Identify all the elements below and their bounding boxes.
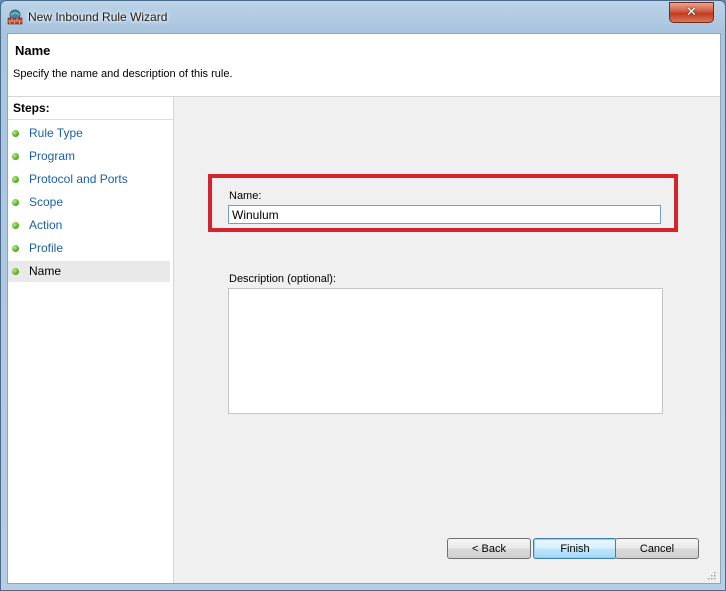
steps-divider	[8, 119, 173, 120]
step-complete-dot-icon	[12, 130, 19, 137]
cancel-button[interactable]: Cancel	[615, 538, 699, 559]
step-program[interactable]: Program	[8, 146, 170, 167]
description-input[interactable]	[228, 288, 663, 414]
step-label: Program	[29, 149, 76, 163]
wizard-main-pane: Name: Description (optional): < Back Fin…	[174, 97, 720, 583]
step-complete-dot-icon	[12, 153, 19, 160]
step-label: Profile	[29, 241, 64, 255]
close-button[interactable]: ✕	[669, 2, 714, 23]
step-complete-dot-icon	[12, 222, 19, 229]
step-label: Action	[29, 218, 63, 232]
steps-pane: Steps: Rule Type Program Protocol and Po…	[8, 97, 174, 583]
name-label: Name:	[229, 190, 262, 202]
wizard-client-area: Name Specify the name and description of…	[7, 33, 721, 584]
page-subtitle: Specify the name and description of this…	[13, 68, 233, 80]
firewall-wall-icon	[7, 9, 23, 25]
step-label: Rule Type	[29, 126, 83, 140]
step-name: Name	[8, 261, 170, 282]
step-current-dot-icon	[12, 268, 19, 275]
name-input[interactable]	[228, 205, 661, 224]
description-label: Description (optional):	[229, 273, 336, 285]
wizard-header: Name Specify the name and description of…	[8, 34, 720, 97]
step-label: Protocol and Ports	[29, 172, 128, 186]
steps-title: Steps:	[13, 101, 50, 115]
page-title: Name	[15, 43, 51, 58]
step-scope[interactable]: Scope	[8, 192, 170, 213]
step-label: Scope	[29, 195, 64, 209]
step-complete-dot-icon	[12, 245, 19, 252]
step-complete-dot-icon	[12, 199, 19, 206]
wizard-window: New Inbound Rule Wizard ✕ Name Specify t…	[0, 0, 726, 591]
finish-button[interactable]: Finish	[533, 538, 617, 559]
close-icon: ✕	[686, 5, 697, 20]
step-complete-dot-icon	[12, 176, 19, 183]
window-title: New Inbound Rule Wizard	[28, 10, 168, 24]
step-protocol-and-ports[interactable]: Protocol and Ports	[8, 169, 170, 190]
back-button[interactable]: < Back	[447, 538, 531, 559]
step-rule-type[interactable]: Rule Type	[8, 123, 170, 144]
step-action[interactable]: Action	[8, 215, 170, 236]
resize-grip-icon[interactable]	[706, 567, 716, 580]
step-profile[interactable]: Profile	[8, 238, 170, 259]
title-bar[interactable]: New Inbound Rule Wizard ✕	[1, 1, 725, 33]
step-label: Name	[29, 264, 62, 278]
